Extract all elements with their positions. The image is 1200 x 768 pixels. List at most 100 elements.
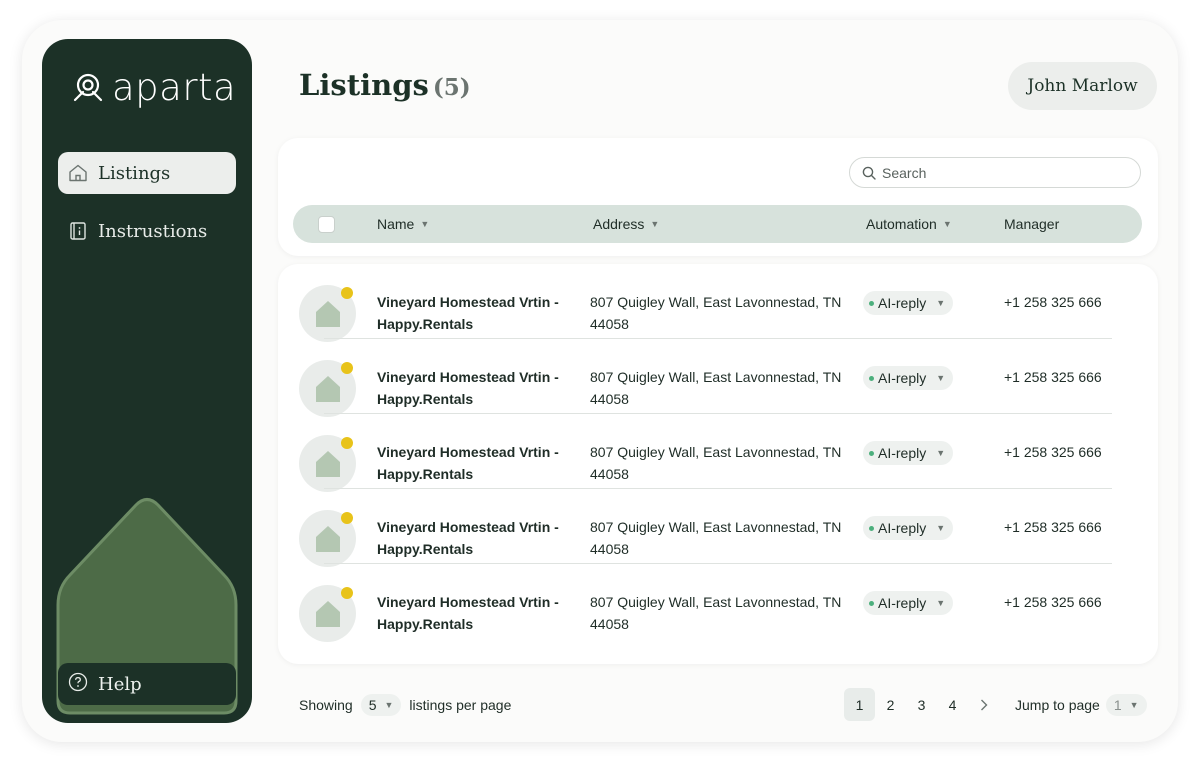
listing-address: 807 Quigley Wall, East Lavonnestad, TN 4… bbox=[590, 294, 842, 332]
status-dot bbox=[341, 437, 353, 449]
automation-value: AI-reply bbox=[878, 595, 927, 611]
listing-name[interactable]: Vineyard Homestead Vrtin - Happy.Rentals bbox=[377, 516, 577, 560]
chevron-down-icon: ▼ bbox=[936, 373, 946, 383]
sort-caret-icon: ▼ bbox=[650, 219, 660, 229]
active-dot-icon bbox=[869, 450, 874, 456]
house-icon bbox=[315, 375, 340, 402]
select-all-checkbox[interactable] bbox=[318, 216, 335, 233]
automation-dropdown[interactable]: AI-reply ▼ bbox=[863, 366, 954, 390]
showing-label: Showing bbox=[299, 697, 353, 713]
next-page-button[interactable] bbox=[968, 688, 999, 721]
table-row[interactable]: Vineyard Homestead Vrtin - Happy.Rentals… bbox=[278, 264, 1158, 342]
user-menu-button[interactable]: John Marlow bbox=[1008, 62, 1157, 110]
column-header-name[interactable]: Name ▼ bbox=[377, 216, 429, 232]
per-page-suffix: listings per page bbox=[409, 697, 512, 713]
active-dot-icon bbox=[869, 525, 874, 531]
page-button-3[interactable]: 3 bbox=[906, 688, 937, 721]
house-icon bbox=[315, 300, 340, 327]
jump-label: Jump to page bbox=[1015, 697, 1100, 713]
jump-page-value: 1 bbox=[1113, 697, 1122, 713]
column-header-automation[interactable]: Automation ▼ bbox=[866, 216, 952, 232]
chevron-down-icon: ▼ bbox=[936, 598, 946, 608]
pagination: 1 2 3 4 bbox=[844, 688, 999, 721]
table-toolbar-card: Name ▼ Address ▼ Automation ▼ Manager bbox=[278, 138, 1158, 256]
listing-count: (5) bbox=[432, 74, 471, 101]
active-dot-icon bbox=[869, 600, 874, 606]
jump-to-page-control: Jump to page 1 ▼ bbox=[1015, 694, 1147, 716]
help-button[interactable]: Help bbox=[58, 663, 236, 705]
automation-dropdown[interactable]: AI-reply ▼ bbox=[863, 591, 954, 615]
per-page-select[interactable]: 5 ▼ bbox=[360, 694, 402, 716]
house-icon bbox=[315, 525, 340, 552]
automation-dropdown[interactable]: AI-reply ▼ bbox=[863, 516, 954, 540]
manager-phone: +1 258 325 666 bbox=[1004, 444, 1102, 460]
house-icon bbox=[315, 450, 340, 477]
home-icon bbox=[68, 163, 88, 183]
book-icon bbox=[68, 221, 88, 241]
sidebar-item-label: Instrustions bbox=[98, 220, 208, 242]
automation-dropdown[interactable]: AI-reply ▼ bbox=[863, 291, 954, 315]
sort-caret-icon: ▼ bbox=[942, 219, 952, 229]
search-icon bbox=[862, 166, 876, 180]
search-input[interactable] bbox=[882, 164, 1122, 181]
automation-value: AI-reply bbox=[878, 520, 927, 536]
manager-phone: +1 258 325 666 bbox=[1004, 519, 1102, 535]
table-row[interactable]: Vineyard Homestead Vrtin - Happy.Rentals… bbox=[278, 339, 1158, 417]
column-header-manager: Manager bbox=[1004, 216, 1059, 232]
listing-address: 807 Quigley Wall, East Lavonnestad, TN 4… bbox=[590, 369, 842, 407]
sort-caret-icon: ▼ bbox=[420, 219, 430, 229]
manager-phone: +1 258 325 666 bbox=[1004, 294, 1102, 310]
table-row[interactable]: Vineyard Homestead Vrtin - Happy.Rentals… bbox=[278, 414, 1158, 492]
chevron-down-icon: ▼ bbox=[936, 448, 946, 458]
active-dot-icon bbox=[869, 300, 874, 306]
automation-value: AI-reply bbox=[878, 370, 927, 386]
status-dot bbox=[341, 512, 353, 524]
manager-phone: +1 258 325 666 bbox=[1004, 369, 1102, 385]
aparta-logo-icon bbox=[73, 73, 103, 101]
status-dot bbox=[341, 362, 353, 374]
status-dot bbox=[341, 587, 353, 599]
jump-page-select[interactable]: 1 ▼ bbox=[1105, 694, 1147, 716]
column-label: Automation bbox=[866, 216, 937, 232]
chevron-down-icon: ▼ bbox=[936, 298, 946, 308]
column-label: Manager bbox=[1004, 216, 1060, 232]
listing-name[interactable]: Vineyard Homestead Vrtin - Happy.Rentals bbox=[377, 366, 577, 410]
listing-name[interactable]: Vineyard Homestead Vrtin - Happy.Rentals bbox=[377, 291, 577, 335]
active-dot-icon bbox=[869, 375, 874, 381]
listing-address: 807 Quigley Wall, East Lavonnestad, TN 4… bbox=[590, 519, 842, 557]
page-title-text: Listings bbox=[299, 68, 429, 102]
sidebar-item-instructions[interactable]: Instrustions bbox=[58, 210, 236, 252]
table-row[interactable]: Vineyard Homestead Vrtin - Happy.Rentals… bbox=[278, 489, 1158, 567]
chevron-down-icon: ▼ bbox=[936, 523, 946, 533]
sidebar-item-listings[interactable]: Listings bbox=[58, 152, 236, 194]
listing-name[interactable]: Vineyard Homestead Vrtin - Happy.Rentals bbox=[377, 441, 577, 485]
page-button-1[interactable]: 1 bbox=[844, 688, 875, 721]
automation-value: AI-reply bbox=[878, 295, 927, 311]
table-header: Name ▼ Address ▼ Automation ▼ Manager bbox=[293, 205, 1142, 243]
column-label: Name bbox=[377, 216, 415, 232]
search-box[interactable] bbox=[849, 157, 1141, 188]
sidebar-item-label: Listings bbox=[98, 162, 171, 184]
listing-address: 807 Quigley Wall, East Lavonnestad, TN 4… bbox=[590, 444, 842, 482]
column-header-address[interactable]: Address ▼ bbox=[593, 216, 659, 232]
help-circle-icon bbox=[68, 672, 88, 697]
help-label: Help bbox=[98, 673, 142, 695]
brand-logo[interactable]: aparta bbox=[72, 69, 236, 106]
house-icon bbox=[315, 600, 340, 627]
status-dot bbox=[341, 287, 353, 299]
brand-name: aparta bbox=[112, 66, 237, 109]
chevron-right-icon bbox=[980, 699, 987, 710]
chevron-down-icon: ▼ bbox=[1129, 700, 1139, 710]
column-label: Address bbox=[593, 216, 645, 232]
table-row[interactable]: Vineyard Homestead Vrtin - Happy.Rentals… bbox=[278, 564, 1158, 642]
per-page-control: Showing 5 ▼ listings per page bbox=[299, 694, 511, 716]
manager-phone: +1 258 325 666 bbox=[1004, 594, 1102, 610]
page-button-2[interactable]: 2 bbox=[875, 688, 906, 721]
automation-dropdown[interactable]: AI-reply ▼ bbox=[863, 441, 954, 465]
page-title: Listings (5) bbox=[299, 68, 471, 102]
chevron-down-icon: ▼ bbox=[384, 700, 394, 710]
listing-name[interactable]: Vineyard Homestead Vrtin - Happy.Rentals bbox=[377, 591, 577, 635]
listing-address: 807 Quigley Wall, East Lavonnestad, TN 4… bbox=[590, 594, 842, 632]
per-page-value: 5 bbox=[368, 697, 377, 713]
page-button-4[interactable]: 4 bbox=[937, 688, 968, 721]
